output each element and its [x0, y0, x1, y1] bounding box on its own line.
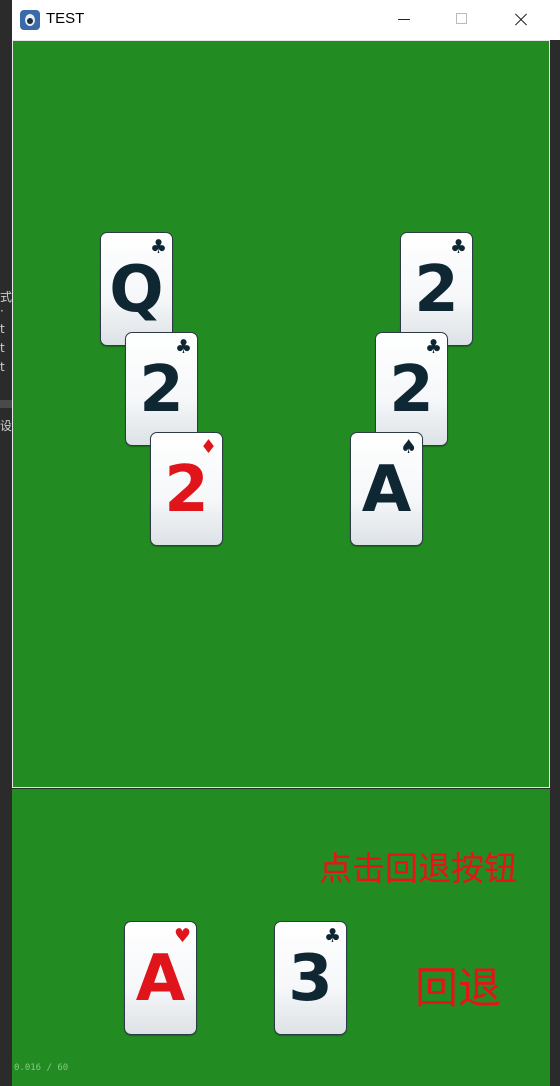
board-card-left-1[interactable]: ♣ 2 [125, 332, 198, 446]
background-text-fragment: · [0, 304, 4, 318]
background-text-fragment: 式 [0, 290, 13, 304]
close-button[interactable] [490, 0, 548, 40]
maximize-button[interactable] [432, 0, 490, 40]
board-card-left-0[interactable]: ♣ Q [100, 232, 173, 346]
card-rank: A [135, 942, 186, 1016]
board-card-left-2[interactable]: ♦ 2 [150, 432, 223, 546]
board-card-right-2[interactable]: ♠ A [350, 432, 423, 546]
hand-card-1[interactable]: ♣ 3 [274, 921, 347, 1035]
background-text-fragment: t [0, 322, 5, 336]
game-board: ♣ Q ♣ 2 ♦ 2 ♣ 2 ♣ 2 ♠ A [12, 40, 550, 788]
background-text-fragment: t [0, 360, 5, 374]
hand-card-0[interactable]: ♥ A [124, 921, 197, 1035]
board-card-right-1[interactable]: ♣ 2 [375, 332, 448, 446]
card-rank: 2 [164, 453, 209, 527]
card-rank: 3 [288, 942, 333, 1016]
card-rank: A [361, 453, 412, 527]
undo-button[interactable]: 回退 [415, 954, 501, 1016]
window-titlebar[interactable]: TEST [12, 0, 560, 40]
minimize-button[interactable] [374, 0, 432, 40]
hand-area: ♥ A ♣ 3 [12, 789, 550, 1086]
window-title: TEST [46, 10, 85, 27]
undo-hint-text: 点击回退按钮 [319, 849, 517, 888]
fps-counter: 0.016 / 60 [14, 1063, 69, 1073]
background-window-strip: 式 · t t t 设 [0, 0, 12, 1086]
card-rank: 2 [139, 353, 184, 427]
card-rank: 2 [389, 353, 434, 427]
background-text-fragment: 设 [0, 419, 13, 433]
background-scrollbar [0, 400, 12, 408]
background-window-strip [550, 40, 560, 1086]
app-icon [20, 10, 40, 30]
board-card-right-0[interactable]: ♣ 2 [400, 232, 473, 346]
card-rank: Q [109, 253, 164, 327]
background-text-fragment: t [0, 341, 5, 355]
card-rank: 2 [414, 253, 459, 327]
